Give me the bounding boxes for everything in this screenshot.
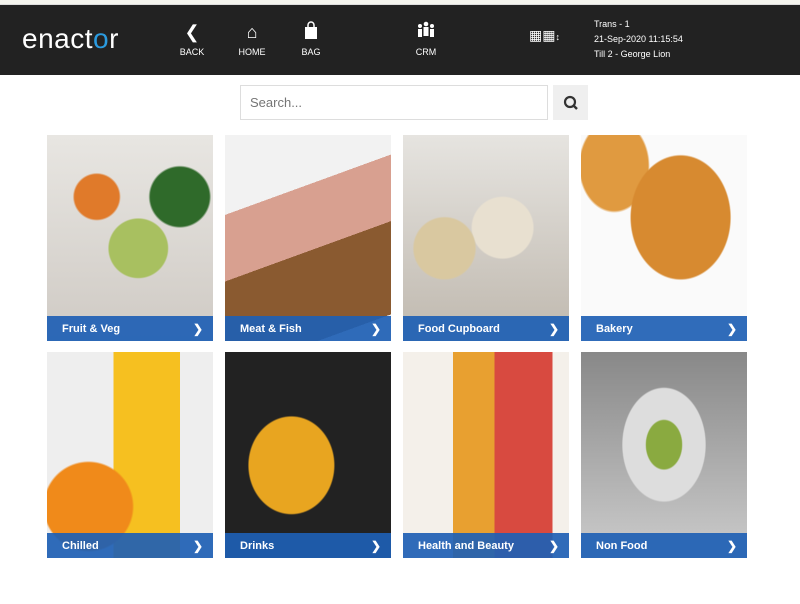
home-button[interactable]: ⌂ HOME	[232, 21, 272, 57]
category-tile[interactable]: Chilled ❯	[47, 352, 213, 558]
home-icon: ⌂	[246, 22, 258, 42]
category-label-bar[interactable]: Non Food ❯	[581, 533, 747, 558]
crm-button[interactable]: CRM	[406, 21, 446, 57]
category-image	[47, 135, 213, 341]
chevron-right-icon: ❯	[370, 321, 381, 336]
search-icon	[563, 95, 578, 110]
category-label: Bakery	[596, 322, 633, 335]
search-input[interactable]	[240, 85, 548, 120]
back-button[interactable]: ❮ BACK	[172, 21, 212, 57]
category-image	[403, 135, 569, 341]
category-image	[581, 135, 747, 341]
category-label: Drinks	[240, 539, 275, 552]
category-image	[47, 352, 213, 558]
search-button[interactable]	[553, 85, 588, 120]
category-image	[403, 352, 569, 558]
category-label-bar[interactable]: Health and Beauty ❯	[403, 533, 569, 558]
bag-button[interactable]: BAG	[291, 21, 331, 57]
category-tile[interactable]: Fruit & Veg ❯	[47, 135, 213, 341]
category-image	[581, 352, 747, 558]
chevron-right-icon: ❯	[548, 321, 559, 336]
category-tile[interactable]: Drinks ❯	[225, 352, 391, 558]
category-label: Chilled	[62, 539, 99, 552]
category-label-bar[interactable]: Chilled ❯	[47, 533, 213, 558]
till-operator: Till 2 - George Lion	[594, 49, 671, 59]
people-icon	[406, 21, 446, 43]
chevron-right-icon: ❯	[548, 538, 559, 553]
category-label-bar[interactable]: Meat & Fish ❯	[225, 316, 391, 341]
category-label: Food Cupboard	[418, 322, 500, 335]
chevron-left-icon: ❮	[184, 22, 200, 42]
category-label-bar[interactable]: Bakery ❯	[581, 316, 747, 341]
date-time: 21-Sep-2020 11:15:54	[594, 34, 683, 44]
category-tile[interactable]: Meat & Fish ❯	[225, 135, 391, 341]
chevron-right-icon: ❯	[726, 321, 737, 336]
category-tile[interactable]: Food Cupboard ❯	[403, 135, 569, 341]
header: enactor ❮ BACK ⌂ HOME BAG CRM ▦▦↕ Trans …	[0, 5, 800, 75]
category-label: Health and Beauty	[418, 539, 514, 552]
category-image	[225, 352, 391, 558]
keyboard-icon[interactable]: ▦▦↕	[529, 27, 560, 44]
category-tile[interactable]: Bakery ❯	[581, 135, 747, 341]
transaction-info: Trans - 1 21-Sep-2020 11:15:54 Till 2 - …	[594, 17, 683, 62]
bag-icon	[291, 21, 331, 43]
category-tile[interactable]: Health and Beauty ❯	[403, 352, 569, 558]
category-label: Meat & Fish	[240, 322, 302, 335]
category-label: Non Food	[596, 539, 648, 552]
category-label: Fruit & Veg	[62, 322, 121, 335]
category-label-bar[interactable]: Fruit & Veg ❯	[47, 316, 213, 341]
category-label-bar[interactable]: Drinks ❯	[225, 533, 391, 558]
category-label-bar[interactable]: Food Cupboard ❯	[403, 316, 569, 341]
category-image	[225, 135, 391, 341]
chevron-right-icon: ❯	[192, 538, 203, 553]
category-tile[interactable]: Non Food ❯	[581, 352, 747, 558]
chevron-right-icon: ❯	[370, 538, 381, 553]
chevron-right-icon: ❯	[726, 538, 737, 553]
enactor-logo: enactor	[22, 23, 119, 54]
chevron-right-icon: ❯	[192, 321, 203, 336]
trans-number: Trans - 1	[594, 19, 630, 29]
